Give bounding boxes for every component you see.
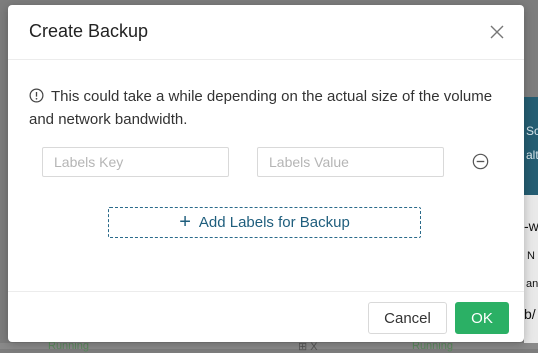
info-text: This could take a while depending on the… bbox=[29, 88, 493, 128]
background-text: -w bbox=[524, 218, 538, 234]
add-labels-label: Add Labels for Backup bbox=[198, 214, 350, 231]
dialog-footer: Cancel OK bbox=[8, 291, 524, 342]
labels-value-input[interactable] bbox=[257, 147, 444, 177]
plus-icon: + bbox=[179, 210, 191, 233]
background-text: alt bbox=[526, 148, 538, 162]
close-icon bbox=[490, 25, 504, 39]
add-labels-button[interactable]: + Add Labels for Backup bbox=[108, 207, 421, 238]
info-message: This could take a while depending on the… bbox=[29, 85, 499, 131]
dialog-header: Create Backup bbox=[8, 5, 524, 60]
background-text: an bbox=[526, 278, 538, 290]
info-circle-icon bbox=[29, 88, 44, 103]
cancel-button[interactable]: Cancel bbox=[368, 302, 447, 334]
dialog-title: Create Backup bbox=[29, 21, 149, 41]
background-text: N bbox=[527, 250, 535, 262]
remove-label-button[interactable] bbox=[472, 153, 489, 170]
background-text: Sc bbox=[526, 124, 538, 138]
create-backup-dialog: Create Backup This could take a while de… bbox=[8, 5, 524, 342]
ok-button[interactable]: OK bbox=[455, 302, 509, 334]
close-button[interactable] bbox=[488, 23, 506, 41]
background-teal-panel bbox=[524, 97, 538, 195]
background-text: b/ bbox=[524, 306, 536, 322]
labels-key-input[interactable] bbox=[42, 147, 229, 177]
background-table-row: Running ⊞ X Running bbox=[0, 340, 538, 353]
